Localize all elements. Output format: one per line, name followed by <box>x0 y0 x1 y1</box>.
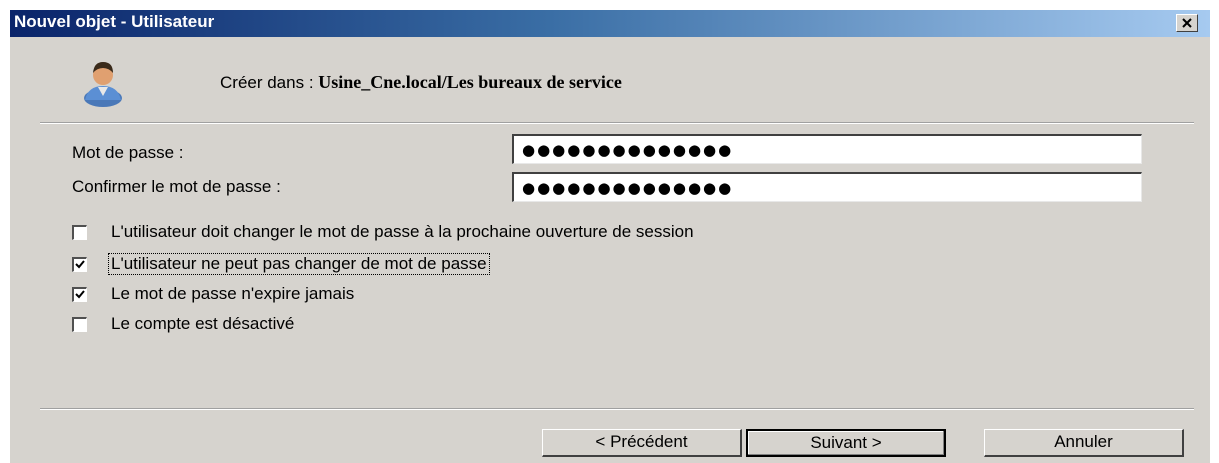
cancel-button[interactable]: Annuler <box>984 429 1184 457</box>
close-icon <box>1182 18 1192 28</box>
option-cannot-change-password[interactable]: L'utilisateur ne peut pas changer de mot… <box>72 253 490 275</box>
confirm-password-label: Confirmer le mot de passe : <box>72 177 281 196</box>
password-label: Mot de passe : <box>72 143 184 162</box>
user-icon <box>76 56 130 108</box>
option-password-never-expires[interactable]: Le mot de passe n'expire jamais <box>72 283 356 305</box>
password-never-expires-label: Le mot de passe n'expire jamais <box>111 284 355 303</box>
footer-separator <box>40 408 1194 410</box>
next-button[interactable]: Suivant > <box>746 429 946 457</box>
create-in-path: Usine_Cne.local/Les bureaux de service <box>318 72 622 92</box>
password-never-expires-checkbox[interactable] <box>72 286 87 302</box>
header-separator <box>40 122 1194 124</box>
checkmark-icon <box>75 289 85 298</box>
create-in-location: Créer dans : Usine_Cne.local/Les bureaux… <box>220 72 622 93</box>
account-disabled-checkbox[interactable] <box>72 316 87 332</box>
window-title: Nouvel objet - Utilisateur <box>14 12 215 31</box>
create-in-label: Créer dans : <box>220 73 319 92</box>
title-bar[interactable]: Nouvel objet - Utilisateur <box>10 10 1210 37</box>
previous-button[interactable]: < Précédent <box>542 429 742 457</box>
account-disabled-label: Le compte est désactivé <box>111 314 295 333</box>
cannot-change-password-checkbox[interactable] <box>72 256 87 272</box>
checkmark-icon <box>75 259 85 268</box>
password-field[interactable] <box>512 134 1142 164</box>
new-user-dialog: Nouvel objet - Utilisateur Créer dans : … <box>10 10 1210 463</box>
option-account-disabled[interactable]: Le compte est désactivé <box>72 313 296 335</box>
option-must-change-password[interactable]: L'utilisateur doit changer le mot de pas… <box>72 221 696 243</box>
must-change-password-label: L'utilisateur doit changer le mot de pas… <box>111 222 694 241</box>
must-change-password-checkbox[interactable] <box>72 224 87 240</box>
confirm-password-field[interactable] <box>512 172 1142 202</box>
cannot-change-password-label: L'utilisateur ne peut pas changer de mot… <box>108 253 490 275</box>
close-button[interactable] <box>1176 14 1198 32</box>
